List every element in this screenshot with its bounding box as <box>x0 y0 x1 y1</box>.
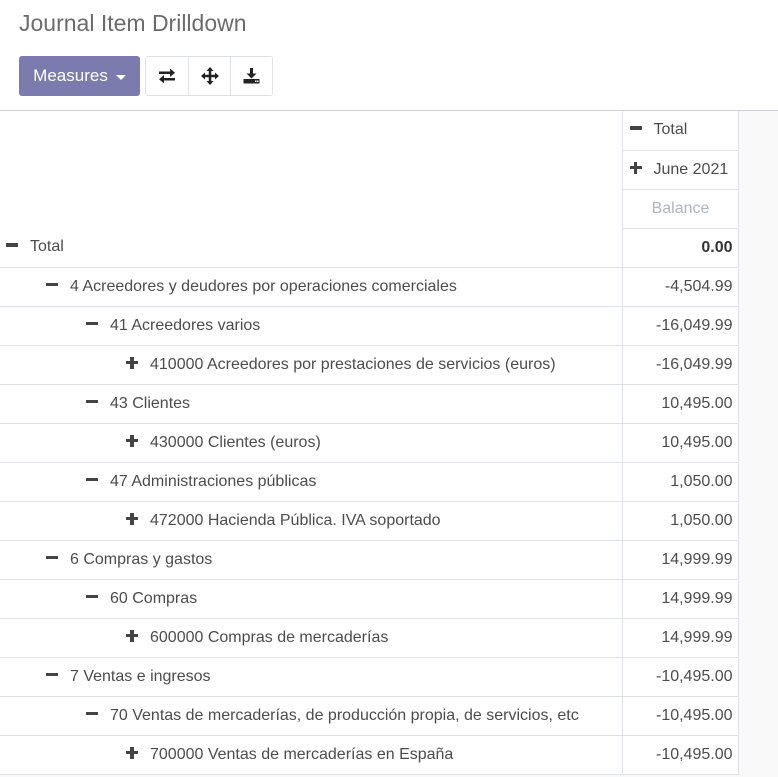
pivot-row: 600000 Compras de mercaderías 14,999.99 <box>0 617 739 658</box>
expand-all-button[interactable] <box>188 57 230 95</box>
balance-cell[interactable]: 1,050.00 <box>621 500 739 541</box>
row-header-label: 43 Clientes <box>110 394 191 412</box>
download-icon <box>243 68 260 84</box>
row-header[interactable]: 600000 Compras de mercaderías <box>0 617 623 658</box>
balance-cell[interactable]: 0.00 <box>621 228 739 268</box>
pivot-row: 700000 Ventas de mercaderías en España -1… <box>0 734 739 775</box>
plus-icon <box>125 356 139 370</box>
pivot-row: 410000 Acreedores por prestaciones de se… <box>0 344 739 385</box>
measure-header-balance[interactable]: Balance <box>622 188 739 229</box>
flip-axis-button[interactable] <box>146 57 188 95</box>
minus-icon <box>629 121 643 135</box>
row-header[interactable]: 6 Compras y gastos <box>0 539 623 580</box>
col-header-period[interactable]: June 2021 <box>622 149 739 190</box>
row-header[interactable]: 410000 Acreedores por prestaciones de se… <box>0 344 623 385</box>
row-header-label: 410000 Acreedores por prestaciones de se… <box>150 355 556 373</box>
row-header-label: 700000 Ventas de mercaderías en España <box>150 745 454 763</box>
row-header[interactable]: 47 Administraciones públicas <box>0 461 623 502</box>
balance-cell[interactable]: -4,504.99 <box>621 266 739 307</box>
row-header-label: 47 Administraciones públicas <box>110 472 317 490</box>
row-header-label: 60 Compras <box>110 589 198 607</box>
row-header[interactable]: 43 Clientes <box>0 383 623 424</box>
row-header-label: 6 Compras y gastos <box>70 550 213 568</box>
row-header[interactable]: 7 Ventas e ingresos <box>0 656 623 697</box>
control-panel: Journal Item Drilldown Measures <box>0 0 778 111</box>
row-header[interactable]: 4 Acreedores y deudores por operaciones … <box>0 266 623 307</box>
pivot-row: 430000 Clientes (euros) 10,495.00 <box>0 422 739 463</box>
pivot-row: 70 Ventas de mercaderías, de producción … <box>0 695 739 736</box>
pivot-row: Total 0.00 <box>0 228 739 268</box>
row-header-label: 4 Acreedores y deudores por operaciones … <box>70 277 457 295</box>
pivot-body: Total 0.00 4 Acreedores y deudores por ope… <box>0 228 739 775</box>
exchange-icon <box>159 68 175 84</box>
minus-icon <box>45 278 59 292</box>
arrows-icon <box>200 67 219 85</box>
row-header-label: Total <box>30 238 64 256</box>
pivot-corner <box>0 111 623 228</box>
pivot-row: 472000 Hacienda Pública. IVA soportado 1,… <box>0 500 739 541</box>
plus-icon <box>125 629 139 643</box>
measures-dropdown-button[interactable]: Measures <box>19 56 140 96</box>
download-button[interactable] <box>230 57 272 95</box>
balance-cell[interactable]: -10,495.00 <box>621 734 739 775</box>
row-header[interactable]: 60 Compras <box>0 578 623 619</box>
pivot-row: 7 Ventas e ingresos -10,495.00 <box>0 656 739 697</box>
balance-cell[interactable]: -10,495.00 <box>621 656 739 697</box>
row-header[interactable]: 700000 Ventas de mercaderías en España <box>0 734 623 775</box>
pivot-row: 60 Compras 14,999.99 <box>0 578 739 619</box>
pivot-view: Total June 2021 Balance Total 0.00 4 Acree… <box>0 111 778 777</box>
page-title: Journal Item Drilldown <box>19 10 247 36</box>
row-header[interactable]: Total <box>0 228 623 268</box>
pivot-row: 43 Clientes 10,495.00 <box>0 383 739 424</box>
pivot-row: 4 Acreedores y deudores por operaciones … <box>0 266 739 307</box>
caret-down-icon <box>115 74 126 80</box>
row-header-label: 7 Ventas e ingresos <box>70 667 211 685</box>
pivot-row: 41 Acreedores varios -16,049.99 <box>0 305 739 346</box>
minus-icon <box>45 668 59 682</box>
pivot-row: 47 Administraciones públicas 1,050.00 <box>0 461 739 502</box>
pivot-toolbar <box>145 56 273 96</box>
minus-icon <box>85 707 99 721</box>
minus-icon <box>85 395 99 409</box>
row-header-label: 41 Acreedores varios <box>110 316 261 334</box>
row-header-label: 600000 Compras de mercaderías <box>150 628 389 646</box>
row-header-label: 70 Ventas de mercaderías, de producción … <box>110 706 579 724</box>
plus-icon <box>125 434 139 448</box>
minus-icon <box>85 473 99 487</box>
balance-cell[interactable]: 10,495.00 <box>621 383 739 424</box>
plus-icon <box>125 746 139 760</box>
plus-icon <box>629 161 643 175</box>
col-header-total-label: Total <box>653 121 688 139</box>
balance-cell[interactable]: 1,050.00 <box>621 461 739 502</box>
minus-icon <box>85 590 99 604</box>
balance-cell[interactable]: 10,495.00 <box>621 422 739 463</box>
minus-icon <box>5 238 19 252</box>
pivot-table: Total June 2021 Balance Total 0.00 4 Acree… <box>0 111 739 775</box>
row-header[interactable]: 472000 Hacienda Pública. IVA soportado <box>0 500 623 541</box>
balance-cell[interactable]: 14,999.99 <box>621 617 739 658</box>
pivot-row: 6 Compras y gastos 14,999.99 <box>0 539 739 580</box>
row-header-label: 472000 Hacienda Pública. IVA soportado <box>150 511 441 529</box>
balance-cell[interactable]: 14,999.99 <box>621 539 739 580</box>
row-header[interactable]: 70 Ventas de mercaderías, de producción … <box>0 695 623 736</box>
row-header[interactable]: 41 Acreedores varios <box>0 305 623 346</box>
row-header-label: 430000 Clientes (euros) <box>150 433 321 451</box>
balance-cell[interactable]: -10,495.00 <box>621 695 739 736</box>
measures-label: Measures <box>33 66 108 85</box>
minus-icon <box>45 551 59 565</box>
col-header-total[interactable]: Total <box>621 111 739 151</box>
balance-cell[interactable]: -16,049.99 <box>621 344 739 385</box>
plus-icon <box>125 512 139 526</box>
minus-icon <box>85 317 99 331</box>
row-header[interactable]: 430000 Clientes (euros) <box>0 422 623 463</box>
col-header-period-label: June 2021 <box>653 160 729 178</box>
balance-cell[interactable]: -16,049.99 <box>621 305 739 346</box>
balance-cell[interactable]: 14,999.99 <box>621 578 739 619</box>
